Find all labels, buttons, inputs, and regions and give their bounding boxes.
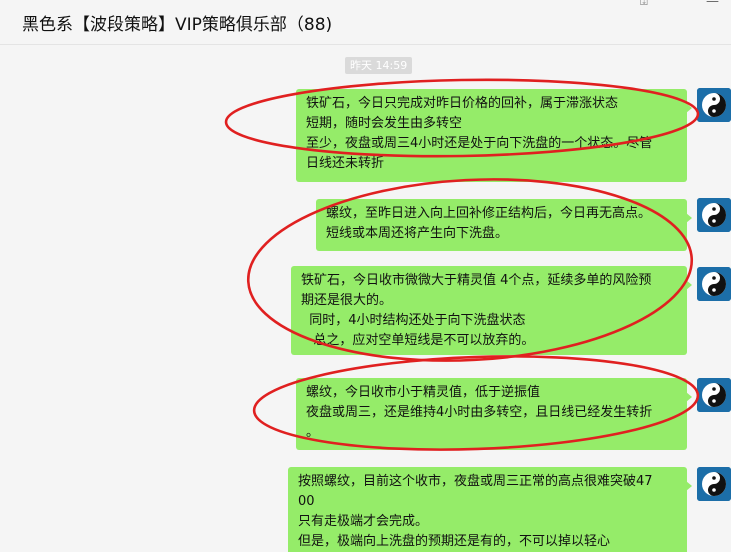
message-line: 铁矿石，今日只完成对昨日价格的回补，属于滞涨状态 [306, 96, 619, 111]
message-line: 螺纹，今日收市小于精灵值，低于逆振值 [306, 385, 541, 400]
message-line: 短线或本周还将产生向下洗盘。 [326, 226, 509, 241]
message-line: 至少，夜盘或周三4小时还是处于向下洗盘的一个状态。尽管 [306, 136, 653, 151]
yin-yang-icon [697, 267, 731, 301]
message-line: 。 [306, 425, 320, 440]
minimize-icon[interactable]: — [706, 0, 719, 9]
message-line: 夜盘或周三，还是维持4小时由多转空，且日线已经发生转折 [306, 405, 653, 420]
chat-title: 黑色系【波段策略】VIP策略俱乐部（88) [22, 15, 333, 35]
message-line: 螺纹，至昨日进入向上回补修正结构后，今日再无高点。 [326, 206, 652, 221]
message-line: 但是，极端向上洗盘的预期还是有的，不可以掉以轻心 [298, 534, 611, 549]
yin-yang-icon [697, 467, 731, 501]
message-line: 短期，随时会发生由多转空 [306, 116, 463, 131]
message-line: 日线还未转折 [306, 156, 385, 171]
avatar[interactable] [697, 267, 731, 301]
message-line: 铁矿石，今日收市微微大于精灵值 4个点，延续多单的风险预 [301, 273, 652, 288]
message-bubble[interactable]: 螺纹，至昨日进入向上回补修正结构后，今日再无高点。 短线或本周还将产生向下洗盘。 [316, 199, 692, 251]
chat-window: 黑色系【波段策略】VIP策略俱乐部（88) ⍗ — 昨天 14:59 铁矿石，今… [0, 0, 731, 552]
yin-yang-icon [697, 88, 731, 122]
message-bubble[interactable]: 螺纹，今日收市小于精灵值，低于逆振值 夜盘或周三，还是维持4小时由多转空，且日线… [296, 378, 692, 450]
message-timestamp: 昨天 14:59 [345, 57, 413, 74]
avatar[interactable] [697, 198, 731, 232]
avatar[interactable] [697, 378, 731, 412]
avatar[interactable] [697, 467, 731, 501]
message-line: 总之，应对空单短线是不可以放弃的。 [301, 333, 535, 348]
message-line: 00 [298, 494, 315, 509]
message-bubble[interactable]: 铁矿石，今日只完成对昨日价格的回补，属于滞涨状态 短期，随时会发生由多转空 至少… [296, 89, 692, 182]
pin-icon[interactable]: ⍗ [640, 0, 648, 9]
message-bubble[interactable]: 按照螺纹，目前这个收市，夜盘或周三正常的高点很难突破47 00 只有走极端才会完… [288, 467, 692, 552]
avatar[interactable] [697, 88, 731, 122]
message-line: 期还是很大的。 [301, 293, 393, 308]
message-line: 按照螺纹，目前这个收市，夜盘或周三正常的高点很难突破47 [298, 474, 653, 489]
yin-yang-icon [697, 378, 731, 412]
yin-yang-icon [697, 198, 731, 232]
message-bubble[interactable]: 铁矿石，今日收市微微大于精灵值 4个点，延续多单的风险预 期还是很大的。 同时，… [291, 266, 692, 355]
message-line: 同时，4小时结构还处于向下洗盘状态 [301, 313, 526, 328]
title-bar: 黑色系【波段策略】VIP策略俱乐部（88) ⍗ — [0, 0, 731, 45]
message-line: 只有走极端才会完成。 [298, 514, 429, 529]
